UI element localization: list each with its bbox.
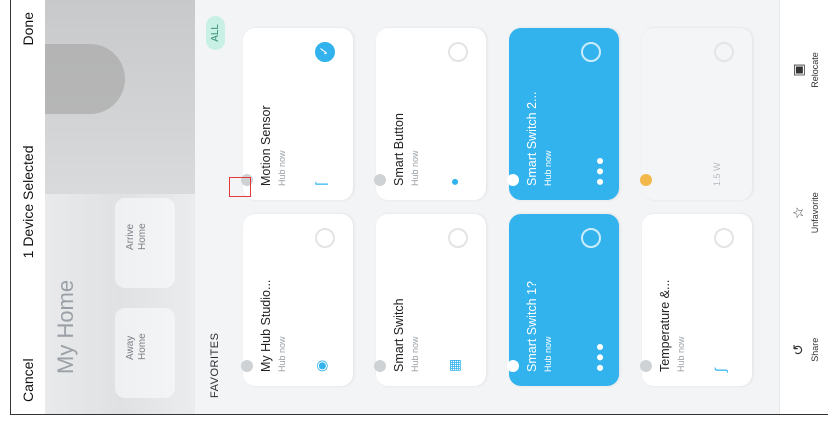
device-tile-smart-switch[interactable]: Smart Switch Hub now ▦ [374,214,486,386]
scene-chip-label: Arrive Home [125,223,148,250]
toggle-ring[interactable] [448,228,468,248]
unfavorite-button[interactable]: ☆ Unfavorite [790,192,820,233]
toggle-ring[interactable] [315,228,335,248]
device-status: Hub now [410,336,420,372]
device-tile-smart-switch-1[interactable]: Smart Switch 1? Hub now ●●● [507,214,619,386]
device-status: Hub now [410,150,420,186]
device-tile-smart-button[interactable]: Smart Button Hub now ● [374,28,486,200]
toggle-ring[interactable] [581,42,601,62]
toggle-ring[interactable] [714,42,734,62]
toggle-ring[interactable] [581,228,601,248]
select-dot[interactable] [374,360,386,372]
selection-highlight [229,177,251,197]
device-status: Hub now [676,336,686,372]
hub-icon: ◉ [313,359,329,372]
favorites-label: FAVORITES [209,332,221,398]
selection-title: 1 Device Selected [20,145,36,259]
device-tile-smart-switch-2[interactable]: Smart Switch 2... Hub now ●●● [507,28,619,200]
relocate-button[interactable]: ▣ Relocate [790,52,820,88]
home-title[interactable]: My Home [53,280,79,374]
selected-check-icon[interactable] [315,42,335,62]
share-button[interactable]: ↺ Share [790,338,820,362]
done-button[interactable]: Done [20,12,36,45]
scene-chip-arrive[interactable]: Arrive Home [115,198,175,288]
share-icon: ↺ [790,343,806,356]
switch-icon: ▦ [446,358,462,372]
device-status: Hub now [277,150,287,186]
select-dot[interactable] [241,360,253,372]
top-bar: Cancel 1 Device Selected Done [11,0,45,414]
action-label: Share [810,337,820,362]
home-hero-banner: My Home Away Home Arrive Home [45,0,195,414]
sensor-icon: ⌈ [313,180,329,186]
phone-screen: Cancel 1 Device Selected Done My Home Aw… [10,0,828,415]
plug-icon [640,174,652,186]
scene-chip-label: Away Home [125,333,148,360]
lamp-photo [45,44,125,114]
device-name: Motion Sensor [259,105,273,186]
device-tile-my-hub-studio[interactable]: My Hub Studio... Hub now ◉ [241,214,353,386]
device-tile-motion-sensor[interactable]: Motion Sensor Hub now ⌈ [229,28,353,200]
device-name: Smart Switch 2... [525,91,539,186]
select-dot[interactable] [374,174,386,186]
action-label: Unfavorite [810,192,820,234]
more-dots-icon[interactable]: ●●● [591,155,607,186]
action-bar: ↺ Share ☆ Unfavorite ▣ Relocate [779,0,828,414]
device-status: Hub now [543,336,553,372]
more-dots-icon[interactable]: ●●● [591,341,607,372]
portrait-view: Cancel 1 Device Selected Done My Home Aw… [11,0,828,414]
thermometer-icon: ∫ [712,368,728,372]
toggle-ring[interactable] [714,228,734,248]
device-name: Smart Switch [392,298,406,372]
device-name: Smart Switch 1? [525,280,539,372]
device-tile-temperature[interactable]: Temperature &... Hub now ∫ [640,214,752,386]
device-status: Hub now [277,336,287,372]
cancel-button[interactable]: Cancel [20,358,36,402]
star-icon: ☆ [790,206,806,220]
select-dot[interactable] [507,174,519,186]
select-dot[interactable] [507,360,519,372]
toggle-ring[interactable] [448,42,468,62]
device-name: Smart Button [392,113,406,186]
select-dot[interactable] [640,360,652,372]
scene-chip-away[interactable]: Away Home [115,308,175,398]
button-icon: ● [446,177,462,186]
device-status: 1.5 W [712,162,722,186]
all-filter-chip[interactable]: ALL [205,16,225,50]
device-tile-plug[interactable]: 1.5 W [640,28,752,200]
favorites-header: FAVORITES ALL [195,0,235,414]
device-status: Hub now [543,150,553,186]
relocate-icon: ▣ [790,63,806,77]
device-name: My Hub Studio... [259,279,273,372]
action-label: Relocate [810,52,820,88]
device-name: Temperature &... [658,279,672,372]
